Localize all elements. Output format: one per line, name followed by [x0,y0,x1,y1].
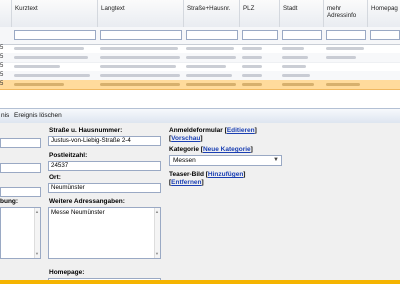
column-header-strasse[interactable]: Straße+Hausnr. [184,0,240,27]
teaser-row: Teaser-Bild [Hinzufügen] [169,171,246,178]
further-address-textarea[interactable]: Messe Neumünster [48,207,161,259]
grid-filter-row [0,27,400,45]
event-edit-form: bung: Straße u. Hausnummer: Justus-von-L… [0,123,400,280]
further-address-value: Messe Neumünster [51,209,105,216]
further-address-label: Weitere Adressangaben: [49,198,125,205]
city-label: Ort: [49,174,61,181]
left-field-2[interactable] [0,163,41,173]
column-header-langtext[interactable]: Langtext [98,0,184,27]
row-index: 5 [0,81,4,87]
plz-label: Postleitzahl: [49,152,88,159]
anmeldeformular-edit-link[interactable]: Editieren [227,127,255,134]
column-header-adressinfo[interactable]: mehr Adressinfo [324,0,368,27]
row-index: 5 [0,63,4,69]
left-field-1[interactable] [0,138,41,148]
left-field-3[interactable] [0,187,41,197]
chevron-down-icon: ▼ [273,157,279,163]
row-index: 5 [0,45,4,51]
new-category-link[interactable]: Neue Kategorie [203,146,251,153]
street-label: Straße u. Hausnummer: [49,127,123,134]
grid-header-row: Kurztext Langtext Straße+Hausnr. PLZ Sta… [0,0,400,28]
anmeldeformular-preview-link[interactable]: Vorschau [171,135,200,142]
textarea-scrollbar[interactable] [34,208,40,258]
column-header-homepage[interactable]: Homepag [368,0,400,27]
column-header-plz[interactable]: PLZ [240,0,280,27]
teaser-remove-link[interactable]: Entfernen [171,179,201,186]
event-toolbar: nis Ereignis löschen [0,108,400,124]
delete-event-button[interactable]: Ereignis löschen [14,112,62,119]
filter-strasse[interactable] [186,30,238,40]
events-grid[interactable]: Kurztext Langtext Straße+Hausnr. PLZ Sta… [0,0,400,108]
row-index: 5 [0,72,4,78]
street-input[interactable]: Justus-von-Liebig-Straße 2-4 [48,136,161,146]
left-description-textarea[interactable] [0,207,41,259]
kategorie-select[interactable]: Messen ▼ [169,155,282,166]
filter-kurztext[interactable] [14,30,96,40]
teaser-add-link[interactable]: Hinzufügen [208,171,243,178]
kategorie-selected-value: Messen [173,157,196,164]
filter-langtext[interactable] [100,30,182,40]
toolbar-button-truncated[interactable]: nis [1,112,9,119]
row-indicator-header [0,0,12,27]
teaser-remove-row: [Entfernen] [169,179,204,186]
filter-adressinfo[interactable] [326,30,366,40]
anmeldeformular-row: Anmeldeformular [Editieren] [169,127,257,134]
bottom-accent-bar [0,280,400,284]
city-input[interactable]: Neumünster [48,183,161,193]
column-header-stadt[interactable]: Stadt [280,0,324,27]
row-index: 5 [0,54,4,60]
textarea-scrollbar[interactable] [154,208,160,258]
filter-homepage[interactable] [370,30,400,40]
kategorie-row: Kategorie [Neue Kategorie] [169,146,253,153]
homepage-label: Homepage: [49,269,85,276]
kategorie-label: Kategorie [169,146,199,153]
column-header-kurztext[interactable]: Kurztext [12,0,98,27]
filter-plz[interactable] [242,30,278,40]
table-row-selected[interactable]: 5 [0,80,400,90]
left-description-label: bung: [0,198,19,205]
anmeldeformular-label: Anmeldeformular [169,127,223,134]
anmeldeformular-preview-row: [Vorschau] [169,135,203,142]
filter-stadt[interactable] [282,30,322,40]
plz-input[interactable]: 24537 [48,161,161,171]
teaser-label: Teaser-Bild [169,171,204,178]
